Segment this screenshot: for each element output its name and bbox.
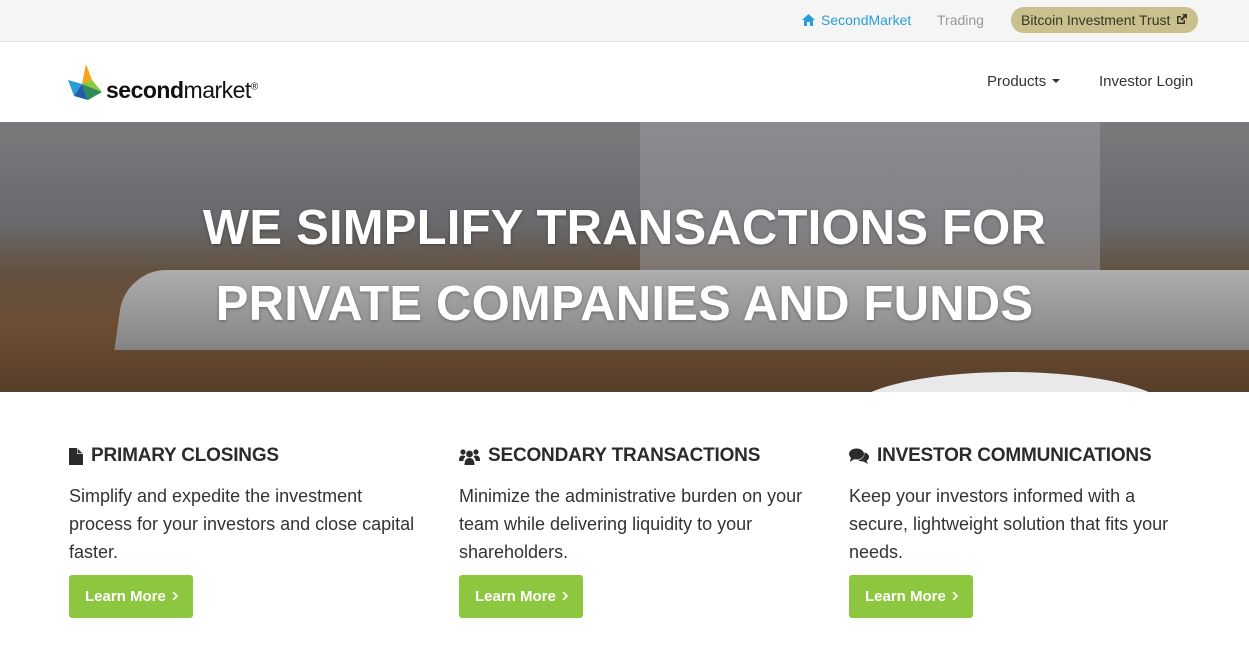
trading-link-label: Trading [937,12,984,28]
learn-more-button[interactable]: Learn More [849,575,973,618]
chevron-right-icon [172,591,178,601]
feature-secondary-transactions: SECONDARY TRANSACTIONS Minimize the admi… [459,442,819,618]
logo-wordmark: secondmarket® [106,77,258,103]
hero-headline-line-1: WE SIMPLIFY TRANSACTIONS FOR [202,201,1047,255]
feature-header: SECONDARY TRANSACTIONS [459,442,819,470]
feature-header: INVESTOR COMMUNICATIONS [849,442,1209,470]
btc-link-label: Bitcoin Investment Trust [1021,12,1171,28]
feature-title: PRIMARY CLOSINGS [91,445,279,466]
investor-login-link[interactable]: Investor Login [1099,42,1193,122]
learn-more-button[interactable]: Learn More [459,575,583,618]
feature-description: Simplify and expedite the investment pro… [69,486,415,562]
feature-header: PRIMARY CLOSINGS [69,442,429,470]
feature-title: SECONDARY TRANSACTIONS [488,445,761,466]
feature-primary-closings: PRIMARY CLOSINGS Simplify and expedite t… [69,442,429,618]
users-icon [459,448,480,465]
utility-bar: SecondMarket Trading Bitcoin Investment … [0,0,1249,42]
home-icon [802,14,815,26]
main-navbar: secondmarket® Products Investor Login [0,42,1249,122]
products-label: Products [987,73,1047,90]
learn-more-label: Learn More [475,588,556,605]
feature-investor-communications: INVESTOR COMMUNICATIONS Keep your invest… [849,442,1209,618]
feature-description: Minimize the administrative burden on yo… [459,486,803,562]
home-link-label: SecondMarket [821,12,912,28]
products-dropdown[interactable]: Products [987,42,1061,122]
comments-icon [849,448,869,464]
chevron-right-icon [952,591,958,601]
hero-headline: WE SIMPLIFY TRANSACTIONS FOR PRIVATE COM… [0,190,1249,342]
hero-background-mouse [850,372,1170,392]
learn-more-label: Learn More [85,588,166,605]
trading-link[interactable]: Trading [937,0,984,42]
secondmarket-home-link[interactable]: SecondMarket [802,0,911,42]
chevron-right-icon [562,591,568,601]
logo-bird-icon [68,64,102,100]
caret-down-icon [1052,79,1061,83]
hero-headline-line-2: PRIVATE COMPANIES AND FUNDS [215,277,1034,331]
learn-more-button[interactable]: Learn More [69,575,193,618]
external-link-icon [1177,14,1188,24]
investor-login-label: Investor Login [1099,73,1194,90]
hero-banner: WE SIMPLIFY TRANSACTIONS FOR PRIVATE COM… [0,122,1249,392]
secondmarket-logo[interactable]: secondmarket® [68,62,278,106]
feature-title: INVESTOR COMMUNICATIONS [877,445,1152,466]
feature-description: Keep your investors informed with a secu… [849,486,1169,562]
bitcoin-investment-trust-link[interactable]: Bitcoin Investment Trust [1011,7,1199,33]
learn-more-label: Learn More [865,588,946,605]
document-icon [69,447,83,465]
